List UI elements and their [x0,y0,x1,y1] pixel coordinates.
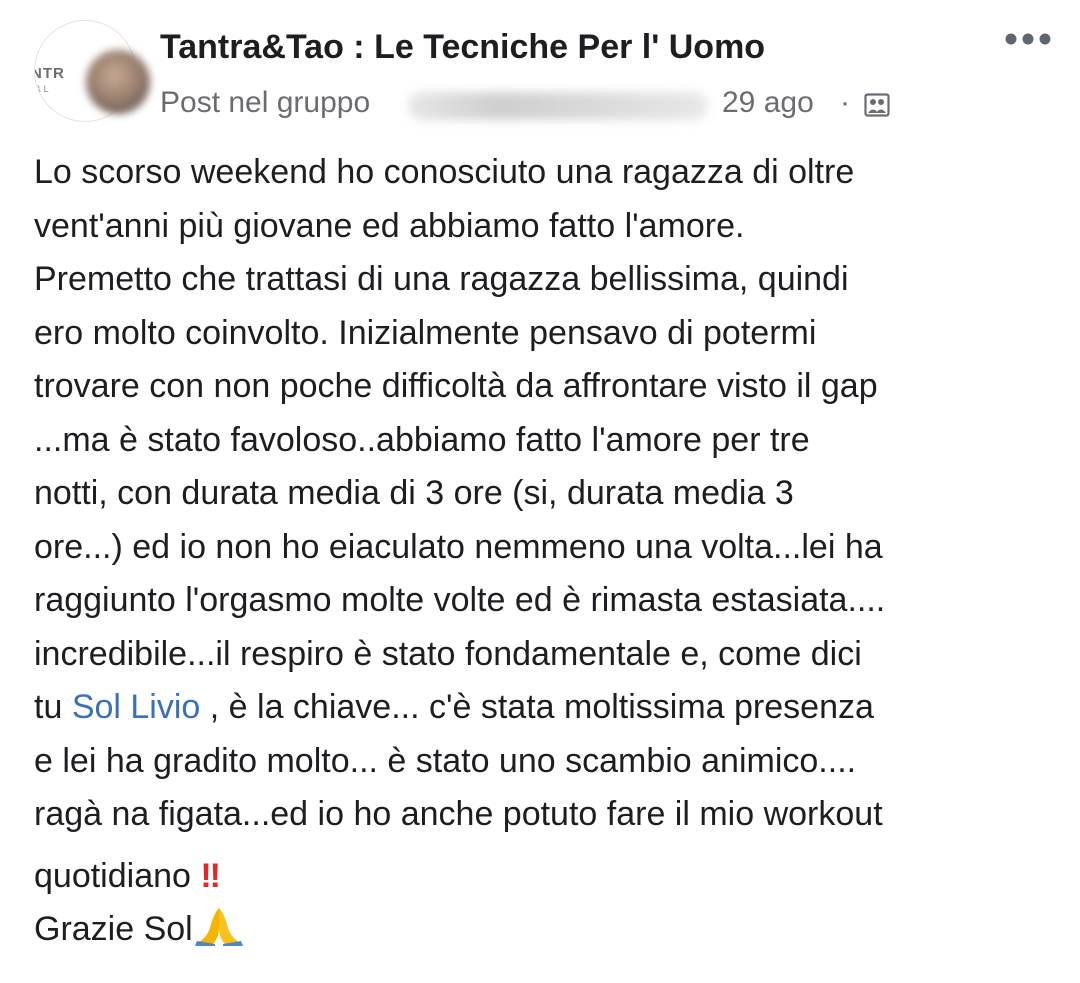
post-text-line: ragà na figata...ed io ho anche potuto f… [34,795,883,833]
post-text-line: Lo scorso weekend ho conosciuto una raga… [34,153,855,191]
post-text-line: incredibile...il respiro è stato fondame… [34,634,862,673]
avatar-stack[interactable]: NTR & L [34,20,150,124]
post-text-line: tu Sol Livio , è la chiave... c'è stata … [34,681,1064,735]
double-exclamation-emoji: ‼ [200,856,220,895]
post-text-line: raggiunto l'orgasmo molte volte ed è rim… [34,581,886,619]
post-text-fragment: Grazie Sol [34,910,193,948]
post-in-group-label: Post nel gruppo [160,86,371,119]
post-text-fragment: , è la chiave... c'è stata moltissima pr… [200,688,874,726]
post-text-line: e lei ha gradito molto... è stato uno sc… [34,741,857,780]
post-date-link[interactable]: 29 ago [722,86,814,120]
folded-hands-icon [194,908,243,946]
post-text-fragment: tu [34,688,72,726]
group-logo-text: NTR [34,65,65,82]
meta-separator: · [840,86,850,119]
author-avatar-blurred[interactable] [86,50,150,114]
post-header: NTR & L Tantra&Tao : Le Tecniche Per l' … [0,0,1080,140]
post-text-line: Grazie Sol [34,903,1064,957]
post-text-line: vent'anni più giovane ed abbiamo fatto l… [34,206,745,245]
mention-link-sol-livio[interactable]: Sol Livio [72,688,201,726]
post-text-line: ...ma è stato favoloso..abbiamo fatto l'… [34,420,810,459]
post-text-line: trovare con non poche difficoltà da affr… [34,367,878,405]
post-text-line: quotidiano ‼ [34,850,1064,904]
post-text-line: ore...) ed io non ho eiaculato nemmeno u… [34,527,883,566]
author-name-blurred[interactable] [408,92,708,120]
group-privacy-icon[interactable] [864,92,890,118]
group-logo-subtext: & L [35,84,49,94]
more-options-icon[interactable] [1004,32,1052,46]
post-text-fragment: quotidiano [34,856,201,895]
post-text-line: ero molto coinvolto. Inizialmente pensav… [34,313,817,352]
group-name-link[interactable]: Tantra&Tao : Le Tecniche Per l' Uomo [160,28,765,67]
post-body: Lo scorso weekend ho conosciuto una raga… [34,146,1064,957]
post-text-line: Premetto che trattasi di una ragazza bel… [34,260,849,298]
post-text-line: notti, con durata media di 3 ore (si, du… [34,474,794,512]
